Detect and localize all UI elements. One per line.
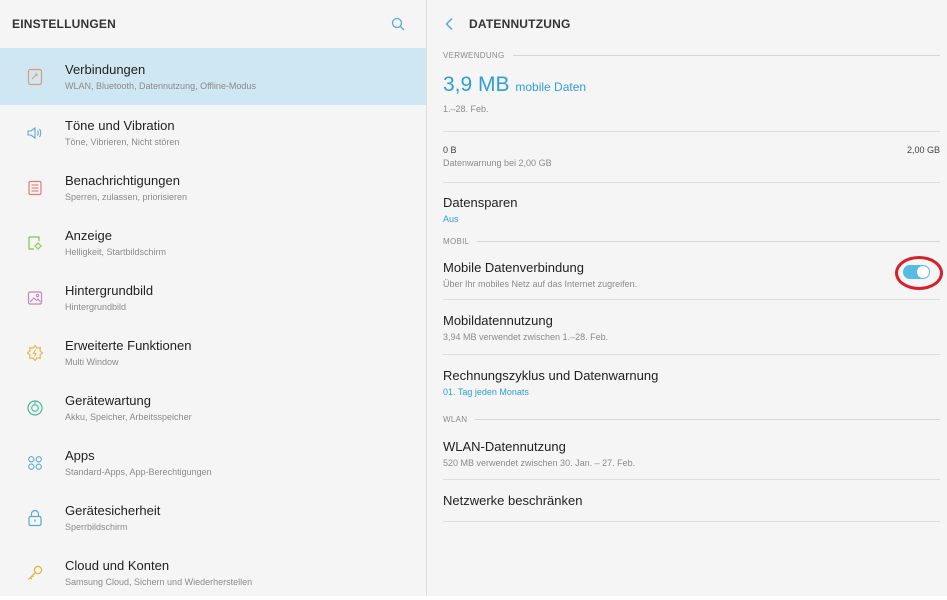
menu-item-verbindungen[interactable]: Verbindungen WLAN, Bluetooth, Datennutzu… [0, 48, 426, 105]
mobile-data-usage-row[interactable]: Mobildatennutzung 3,94 MB verwendet zwis… [443, 300, 940, 354]
usage-period: 1.–28. Feb. [443, 104, 489, 114]
billing-cycle-row[interactable]: Rechnungszyklus und Datenwarnung 01. Tag… [443, 355, 940, 412]
limit-min: 0 B [443, 145, 457, 155]
advanced-features-icon [26, 344, 44, 362]
divider [443, 521, 940, 522]
menu-item-subtitle: Akku, Speicher, Arbeitsspeicher [65, 411, 192, 422]
usage-unit: mobile Daten [515, 80, 587, 94]
data-usage-content: VERWENDUNG 3,9 MB mobile Daten 1.–28. Fe… [427, 48, 947, 522]
menu-item-toene[interactable]: Töne und Vibration Töne, Vibrieren, Nich… [0, 105, 426, 160]
menu-item-subtitle: Sperrbildschirm [65, 521, 128, 532]
menu-item-benachrichtigungen[interactable]: Benachrichtigungen Sperren, zulassen, pr… [0, 160, 426, 215]
menu-item-subtitle: Samsung Cloud, Sichern und Wiederherstel… [65, 576, 253, 587]
settings-pane: EINSTELLUNGEN Verbindungen WLAN, Bluetoo… [0, 0, 427, 596]
section-divider [475, 418, 940, 420]
page-title: DATENNUTZUNG [469, 17, 571, 31]
device-maintenance-icon [26, 399, 44, 417]
datensparen-title: Datensparen [443, 195, 518, 210]
section-label-verwendung: VERWENDUNG [443, 48, 940, 62]
menu-item-subtitle: Multi Window [65, 356, 119, 367]
wlan-usage-title: WLAN-Datennutzung [443, 439, 566, 454]
menu-item-hintergrundbild[interactable]: Hintergrundbild Hintergrundbild [0, 270, 426, 325]
mobile-data-connection-row[interactable]: Mobile Datenverbindung Über Ihr mobiles … [443, 248, 943, 299]
key-icon [26, 564, 44, 582]
divider [443, 131, 940, 132]
settings-menu: Verbindungen WLAN, Bluetooth, Datennutzu… [0, 48, 426, 600]
search-icon[interactable] [388, 14, 408, 34]
limit-max: 2,00 GB [906, 145, 940, 155]
speaker-icon [26, 124, 44, 142]
billing-subtitle: 01. Tag jeden Monats [443, 387, 529, 397]
usage-summary: 3,9 MB mobile Daten [443, 72, 940, 100]
settings-header: EINSTELLUNGEN [0, 0, 426, 48]
restrict-networks-row[interactable]: Netzwerke beschränken [443, 480, 940, 521]
menu-item-anzeige[interactable]: Anzeige Helligkeit, Startbildschirm [0, 215, 426, 270]
mobile-usage-title: Mobildatennutzung [443, 313, 553, 328]
menu-item-subtitle: Sperren, zulassen, priorisieren [65, 191, 188, 202]
display-icon [26, 234, 44, 252]
section-label-text: WLAN [443, 414, 468, 424]
menu-item-title: Gerätewartung [65, 392, 151, 408]
data-usage-header: DATENNUTZUNG [427, 0, 947, 48]
mobile-data-subtitle: Über Ihr mobiles Netz auf das Internet z… [443, 279, 638, 289]
menu-item-subtitle: Helligkeit, Startbildschirm [65, 246, 167, 257]
menu-item-erweiterte-funktionen[interactable]: Erweiterte Funktionen Multi Window [0, 325, 426, 380]
menu-item-subtitle: Standard-Apps, App-Berechtigungen [65, 466, 212, 477]
menu-item-subtitle: WLAN, Bluetooth, Datennutzung, Offline-M… [65, 80, 256, 91]
data-usage-pane: DATENNUTZUNG VERWENDUNG 3,9 MB mobile Da… [427, 0, 947, 596]
settings-title: EINSTELLUNGEN [12, 17, 116, 31]
data-limit-scale: 0 B 2,00 GB [443, 145, 940, 155]
datensparen-status: Aus [443, 214, 459, 224]
menu-item-title: Benachrichtigungen [65, 172, 180, 188]
menu-item-title: Gerätesicherheit [65, 502, 161, 518]
section-label-text: VERWENDUNG [443, 50, 505, 60]
wlan-data-usage-row[interactable]: WLAN-Datennutzung 520 MB verwendet zwisc… [443, 426, 940, 479]
notifications-icon [26, 179, 44, 197]
section-divider [512, 54, 940, 56]
datensparen-row[interactable]: Datensparen Aus [443, 183, 940, 234]
menu-item-title: Erweiterte Funktionen [65, 337, 192, 353]
billing-title: Rechnungszyklus und Datenwarnung [443, 368, 659, 383]
lock-icon [26, 509, 44, 527]
menu-item-title: Töne und Vibration [65, 117, 175, 133]
section-label-wlan: WLAN [443, 412, 940, 426]
menu-item-title: Hintergrundbild [65, 282, 154, 298]
mobile-usage-subtitle: 3,94 MB verwendet zwischen 1.–28. Feb. [443, 332, 609, 342]
wlan-usage-subtitle: 520 MB verwendet zwischen 30. Jan. – 27.… [443, 458, 636, 468]
mobile-data-title: Mobile Datenverbindung [443, 260, 584, 275]
menu-item-title: Apps [65, 447, 95, 463]
data-warning-text: Datenwarnung bei 2,00 GB [443, 158, 552, 168]
menu-item-geraetesicherheit[interactable]: Gerätesicherheit Sperrbildschirm [0, 490, 426, 545]
section-label-text: MOBIL [443, 236, 470, 246]
usage-amount: 3,9 MB [443, 73, 510, 96]
back-arrow-icon[interactable] [441, 16, 457, 32]
menu-item-title: Cloud und Konten [65, 557, 170, 573]
menu-item-subtitle: Töne, Vibrieren, Nicht stören [65, 136, 180, 147]
menu-item-title: Verbindungen [65, 61, 146, 77]
wallpaper-icon [26, 289, 44, 307]
restrict-networks-title: Netzwerke beschränken [443, 493, 583, 508]
menu-item-subtitle: Hintergrundbild [65, 301, 127, 312]
menu-item-apps[interactable]: Apps Standard-Apps, App-Berechtigungen [0, 435, 426, 490]
section-label-mobil: MOBIL [443, 234, 940, 248]
menu-item-cloud-und-konten[interactable]: Cloud und Konten Samsung Cloud, Sichern … [0, 545, 426, 600]
highlight-circle-annotation [895, 256, 943, 290]
apps-icon [26, 454, 44, 472]
menu-item-title: Anzeige [65, 227, 112, 243]
connections-icon [26, 68, 44, 86]
menu-item-geraetewartung[interactable]: Gerätewartung Akku, Speicher, Arbeitsspe… [0, 380, 426, 435]
section-divider [477, 240, 940, 242]
